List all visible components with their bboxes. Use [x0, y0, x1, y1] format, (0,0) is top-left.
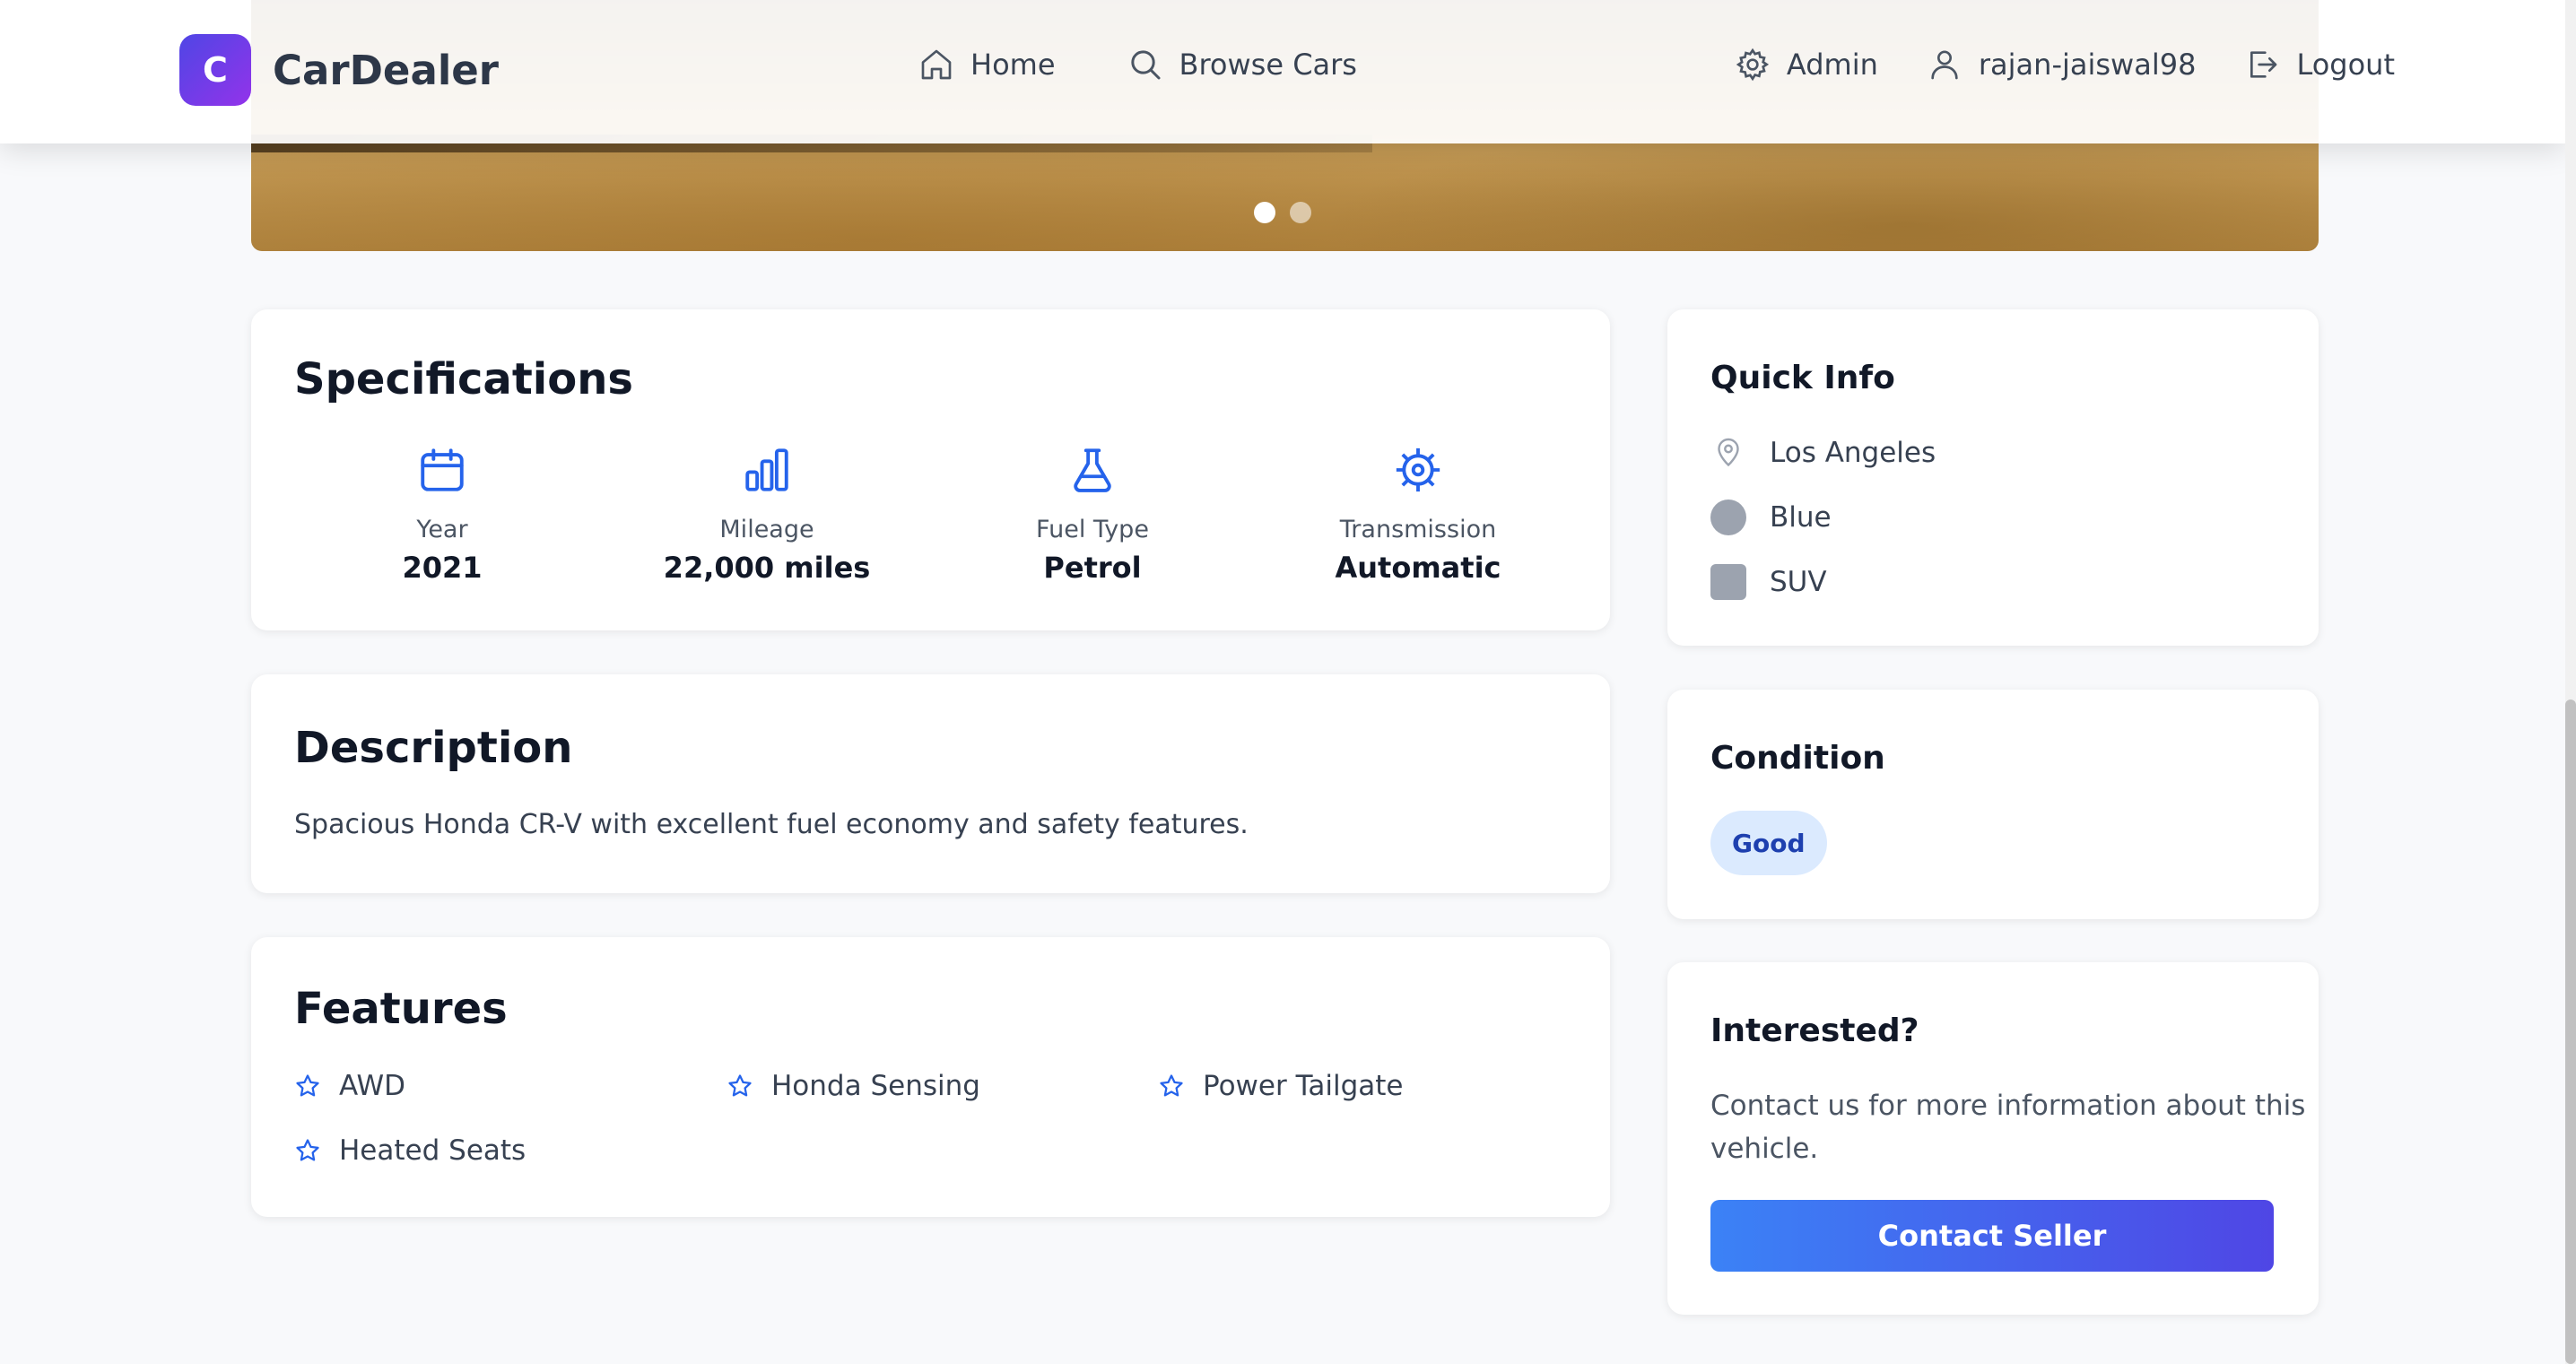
description-card: Description Spacious Honda CR-V with exc…: [251, 674, 1610, 893]
nav-user-link[interactable]: rajan-jaiswal98: [1927, 47, 2197, 83]
feature-item: Power Tailgate: [1158, 1070, 1404, 1102]
calendar-icon: [421, 448, 464, 491]
carousel-dot-1[interactable]: [1254, 202, 1275, 223]
description-text: Spacious Honda CR-V with excellent fuel …: [294, 809, 1249, 840]
nav-home-link[interactable]: Home: [918, 47, 1056, 83]
nav-browse-label: Browse Cars: [1179, 48, 1357, 82]
body-type-value: SUV: [1770, 566, 1827, 598]
interested-text: Contact us for more information about th…: [1710, 1090, 2306, 1165]
condition-card: Condition Good: [1667, 690, 2319, 919]
color-value: Blue: [1770, 501, 1832, 534]
feature-item: AWD: [294, 1070, 405, 1102]
quick-info-title: Quick Info: [1710, 360, 1895, 396]
body-type-icon: [1710, 564, 1746, 600]
carousel-indicators: [1254, 202, 1311, 223]
features-title: Features: [294, 984, 508, 1034]
quick-info-card: Quick Info Los Angeles Blue SUV: [1667, 309, 2319, 646]
home-icon: [921, 49, 952, 80]
specifications-title: Specifications: [294, 354, 633, 404]
feature-label: AWD: [339, 1070, 406, 1102]
main-nav: Home Browse Cars: [918, 47, 1357, 83]
spec-fuel-value: Petrol: [1043, 551, 1142, 585]
bar-chart-icon: [745, 448, 788, 491]
user-nav: Admin rajan-jaiswal98 Logout: [1735, 47, 2395, 83]
gear-icon: [1736, 48, 1769, 82]
nav-admin-link[interactable]: Admin: [1735, 47, 1878, 83]
nav-logout-label: Logout: [2296, 48, 2395, 82]
star-icon: [728, 1074, 752, 1097]
spec-fuel-type: Fuel Type Petrol: [958, 444, 1227, 585]
nav-logout-link[interactable]: Logout: [2244, 47, 2395, 83]
scrollbar-thumb[interactable]: [2565, 699, 2576, 1364]
features-card: Features AWD Honda Sensing Power Tailgat…: [251, 937, 1610, 1217]
spec-mileage-label: Mileage: [719, 516, 814, 543]
quick-info-body-type: SUV: [1710, 564, 1827, 600]
spec-transmission: Transmission Automatic: [1284, 444, 1553, 585]
star-icon: [296, 1139, 319, 1161]
search-icon: [1130, 50, 1160, 80]
spec-year-label: Year: [416, 516, 468, 543]
spec-fuel-label: Fuel Type: [1036, 516, 1149, 543]
specifications-card: Specifications Year 2021 Mileage 22,000 …: [251, 309, 1610, 630]
quick-info-color: Blue: [1710, 500, 1832, 535]
user-icon: [1931, 50, 1958, 80]
condition-title: Condition: [1710, 740, 1885, 777]
nav-admin-label: Admin: [1786, 48, 1878, 82]
feature-label: Power Tailgate: [1203, 1070, 1404, 1102]
nav-username: rajan-jaiswal98: [1978, 48, 2197, 82]
location-value: Los Angeles: [1770, 437, 1936, 469]
spec-mileage: Mileage 22,000 miles: [632, 444, 901, 585]
spec-transmission-label: Transmission: [1339, 516, 1497, 543]
nav-browse-link[interactable]: Browse Cars: [1127, 47, 1357, 83]
quick-info-location: Los Angeles: [1710, 435, 1936, 471]
flask-icon: [1074, 448, 1111, 492]
carousel-dot-2[interactable]: [1290, 202, 1311, 223]
color-swatch: [1710, 500, 1746, 535]
logout-icon: [2250, 51, 2277, 78]
top-navbar: C CarDealer Home Browse Cars Admin rajan…: [0, 0, 2565, 143]
cog-icon: [1396, 447, 1440, 492]
star-icon: [296, 1074, 319, 1097]
spec-year: Year 2021: [308, 444, 577, 585]
feature-item: Honda Sensing: [727, 1070, 980, 1102]
logo[interactable]: C CarDealer: [179, 34, 499, 106]
map-pin-icon: [1718, 438, 1739, 467]
nav-home-label: Home: [970, 48, 1056, 82]
condition-badge: Good: [1710, 811, 1827, 875]
spec-mileage-value: 22,000 miles: [663, 551, 871, 585]
logo-badge: C: [179, 34, 251, 106]
interested-title: Interested?: [1710, 1012, 1919, 1049]
spec-year-value: 2021: [402, 551, 483, 585]
contact-seller-button[interactable]: Contact Seller: [1710, 1200, 2274, 1272]
contact-card: Interested? Contact us for more informat…: [1667, 962, 2319, 1315]
feature-item: Heated Seats: [294, 1134, 526, 1167]
description-title: Description: [294, 723, 573, 773]
app-name: CarDealer: [273, 46, 499, 94]
spec-transmission-value: Automatic: [1335, 551, 1501, 585]
feature-label: Honda Sensing: [771, 1070, 980, 1102]
star-icon: [1160, 1074, 1183, 1097]
feature-label: Heated Seats: [339, 1134, 527, 1167]
